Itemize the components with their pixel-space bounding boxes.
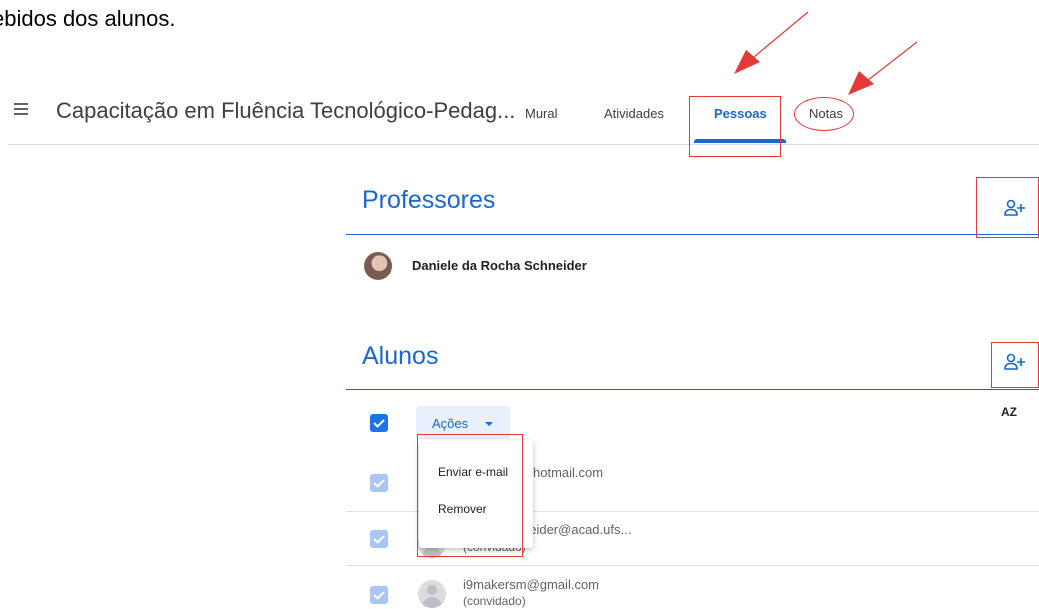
- header-divider: [8, 144, 1039, 145]
- chevron-down-icon[interactable]: [485, 422, 493, 426]
- student-email: hotmail.com: [533, 465, 604, 480]
- menu-icon[interactable]: [14, 103, 28, 115]
- tab-mural[interactable]: Mural: [525, 106, 558, 121]
- tab-atividades[interactable]: Atividades: [604, 106, 664, 121]
- select-all-checkbox[interactable]: [370, 414, 388, 432]
- highlight-ellipse-notas: [794, 97, 854, 131]
- document-text: ebidos dos alunos.: [0, 6, 176, 31]
- student-email: i9makersm@gmail.com: [463, 577, 599, 592]
- student-checkbox[interactable]: [370, 530, 388, 548]
- students-title: Alunos: [362, 342, 439, 370]
- student-email: neider@acad.ufs...: [522, 522, 632, 537]
- highlight-box-pessoas: [689, 96, 781, 157]
- teacher-avatar: [364, 252, 392, 280]
- teachers-divider: [346, 234, 1039, 235]
- actions-label[interactable]: Ações: [432, 416, 468, 431]
- teacher-name: Daniele da Rocha Schneider: [412, 258, 587, 273]
- sort-icon[interactable]: AZ: [1001, 405, 1017, 419]
- arrowhead-notas: [848, 71, 874, 95]
- student-avatar: [418, 580, 446, 608]
- arrow-line-pessoas: [747, 11, 809, 63]
- course-title[interactable]: Capacitação em Fluência Tecnológico-Peda…: [56, 98, 515, 124]
- student-checkbox[interactable]: [370, 586, 388, 604]
- student-checkbox[interactable]: [370, 474, 388, 492]
- teachers-title: Professores: [362, 186, 496, 214]
- highlight-box-add-teacher: [976, 177, 1039, 238]
- highlight-box-actions-menu: [417, 434, 523, 557]
- highlight-box-add-student: [991, 342, 1039, 388]
- arrowhead-pessoas: [734, 50, 760, 74]
- student-status: (convidado): [463, 594, 526, 608]
- students-divider: [346, 389, 1039, 390]
- arrow-line-notas: [862, 41, 918, 85]
- row-divider: [346, 565, 1039, 566]
- annotation-arrows: [734, 11, 918, 95]
